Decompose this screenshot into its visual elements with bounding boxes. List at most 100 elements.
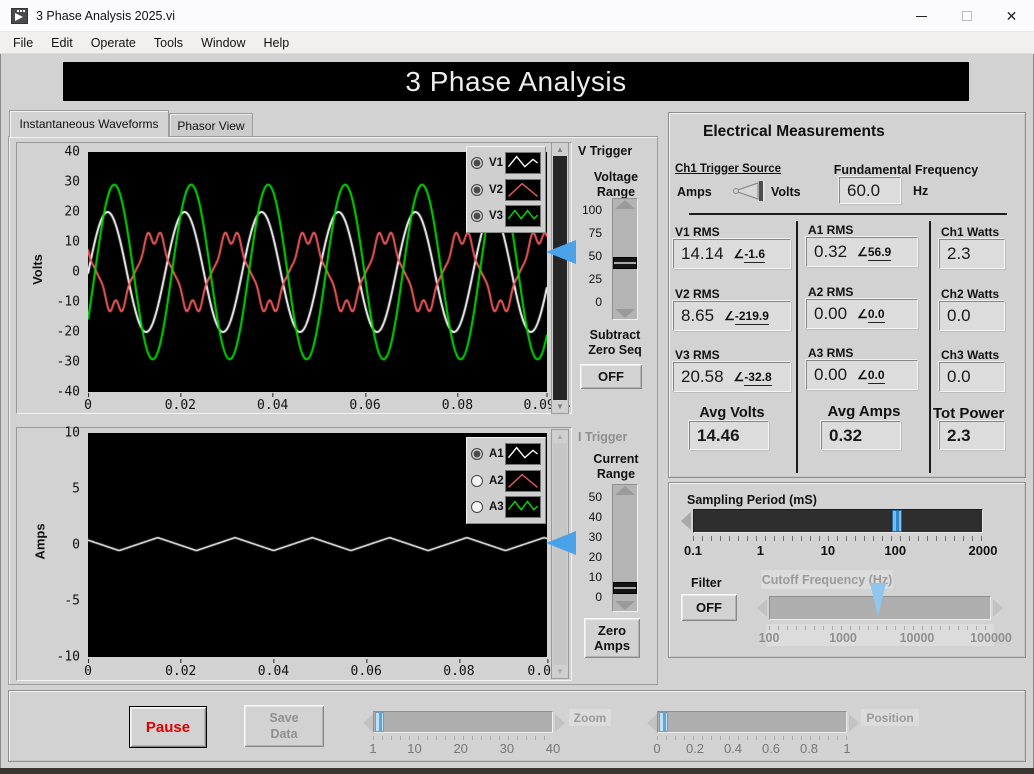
position-increment-icon[interactable] (849, 714, 859, 732)
maximize-button[interactable] (944, 0, 989, 32)
sampling-panel: Sampling Period (mS) 0.11101002000 Filte… (668, 482, 1026, 658)
a1-rms-label: A1 RMS (808, 223, 853, 237)
angle-icon: ∠ (734, 370, 745, 384)
tick-label: 10000 (900, 631, 935, 645)
minimize-button[interactable] (899, 0, 944, 32)
ch1-watts-label: Ch1 Watts (941, 225, 999, 239)
angle-icon: ∠ (857, 368, 868, 382)
title-bar: 3 Phase Analysis 2025.vi ✕ (0, 0, 1034, 32)
app-window: 3 Phase Analysis 2025.vi ✕ File Edit Ope… (0, 0, 1034, 774)
zoom-handle[interactable] (375, 712, 384, 732)
tick-label: 1 (369, 741, 376, 756)
zoom-scale: 110203040 (373, 741, 553, 755)
cutoff-decrement-icon (757, 599, 767, 617)
menu-edit[interactable]: Edit (42, 32, 82, 53)
tick-label: 0.8 (800, 741, 818, 756)
frequency-unit-label: Hz (913, 184, 928, 198)
electrical-measurements-panel: Electrical Measurements Ch1 Trigger Sour… (668, 112, 1026, 478)
position-slider[interactable] (657, 711, 847, 733)
v2-rms-display: 8.65 ∠-219.9 (673, 301, 791, 331)
tick-label: 0.6 (762, 741, 780, 756)
tab-page-frame (8, 136, 658, 685)
zoom-ruler (373, 736, 553, 740)
position-label: Position (861, 709, 919, 726)
v1-rms-display: 14.14 ∠-1.6 (673, 239, 791, 269)
banner: 3 Phase Analysis (63, 62, 969, 101)
tick-label: 10 (407, 741, 421, 756)
v3-rms-label: V3 RMS (675, 348, 720, 362)
tick-label: 2000 (969, 543, 998, 558)
tick-label: 0 (653, 741, 660, 756)
measurements-title: Electrical Measurements (703, 123, 885, 141)
trigger-source-amps-option[interactable]: Amps (677, 185, 712, 199)
sampling-period-handle[interactable] (892, 510, 902, 532)
tick-label: 1 (843, 741, 850, 756)
sampling-period-slider[interactable] (693, 509, 983, 533)
window-bottom-edge (0, 768, 1034, 774)
fundamental-frequency-display: 60.0 (839, 177, 901, 204)
v2-rms-label: V2 RMS (675, 287, 720, 301)
minimize-icon (916, 16, 927, 17)
save-data-button[interactable]: Save Data (244, 705, 324, 747)
angle-icon: ∠ (734, 247, 745, 261)
zoom-slider[interactable] (373, 711, 553, 733)
tick-label: 1000 (829, 631, 857, 645)
menu-bar: File Edit Operate Tools Window Help (0, 32, 1034, 54)
a3-rms-label: A3 RMS (808, 346, 853, 360)
page-title: 3 Phase Analysis (405, 66, 626, 98)
trigger-source-switch[interactable] (731, 180, 767, 202)
sampling-scale: 0.11101002000 (693, 543, 983, 558)
window-title: 3 Phase Analysis 2025.vi (36, 9, 175, 23)
a2-rms-display: 0.00 ∠0.0 (806, 299, 918, 329)
column-divider (929, 221, 931, 473)
cutoff-increment-icon (993, 599, 1003, 617)
menu-help[interactable]: Help (255, 32, 299, 53)
v3-rms-display: 20.58 ∠-32.8 (673, 362, 791, 392)
position-decrement-icon[interactable] (647, 714, 657, 732)
tab-phasor-view[interactable]: Phasor View (169, 113, 253, 137)
pause-button[interactable]: Pause (129, 706, 207, 748)
column-divider (796, 221, 798, 473)
ch2-watts-label: Ch2 Watts (941, 287, 999, 301)
zoom-increment-icon[interactable] (555, 714, 565, 732)
close-button[interactable]: ✕ (989, 0, 1034, 32)
a3-rms-display: 0.00 ∠0.0 (806, 360, 918, 390)
zoom-decrement-icon[interactable] (363, 714, 373, 732)
sampling-ruler (693, 536, 983, 541)
close-icon: ✕ (1006, 8, 1018, 25)
menu-window[interactable]: Window (192, 32, 254, 53)
tick-label: 0.2 (686, 741, 704, 756)
tot-power-label: Tot Power (933, 405, 1023, 422)
separator-line (689, 213, 1007, 215)
avg-volts-display: 14.46 (689, 421, 769, 450)
position-handle[interactable] (659, 712, 668, 732)
position-ruler (657, 736, 847, 740)
a1-rms-display: 0.32 ∠56.9 (806, 237, 918, 267)
a2-rms-label: A2 RMS (808, 285, 853, 299)
tick-label: 20 (453, 741, 467, 756)
avg-amps-display: 0.32 (821, 421, 901, 450)
tick-label: 40 (546, 741, 560, 756)
fundamental-frequency-label: Fundamental Frequency (821, 163, 991, 177)
avg-amps-label: Avg Amps (817, 403, 911, 420)
tick-label: 0.1 (684, 543, 702, 558)
tot-power-display: 2.3 (939, 421, 1005, 450)
tab-instantaneous-waveforms[interactable]: Instantaneous Waveforms (9, 110, 169, 137)
v1-rms-label: V1 RMS (675, 225, 720, 239)
zoom-label: Zoom (569, 709, 611, 726)
menu-operate[interactable]: Operate (82, 32, 145, 53)
sampling-decrement-icon[interactable] (681, 512, 691, 530)
cutoff-scale: 100100010000100000 (769, 631, 991, 645)
tick-label: 10 (821, 543, 835, 558)
sampling-period-label: Sampling Period (mS) (687, 493, 817, 507)
filter-button[interactable]: OFF (681, 594, 737, 621)
cutoff-ruler (769, 626, 991, 630)
ch1-trigger-source-label: Ch1 Trigger Source (675, 163, 781, 175)
menu-file[interactable]: File (4, 32, 42, 53)
cutoff-frequency-pointer (870, 583, 886, 617)
angle-icon: ∠ (857, 245, 868, 259)
trigger-source-volts-option[interactable]: Volts (771, 185, 801, 199)
menu-tools[interactable]: Tools (145, 32, 192, 53)
tick-label: 30 (500, 741, 514, 756)
ch3-watts-display: 0.0 (939, 362, 1005, 392)
